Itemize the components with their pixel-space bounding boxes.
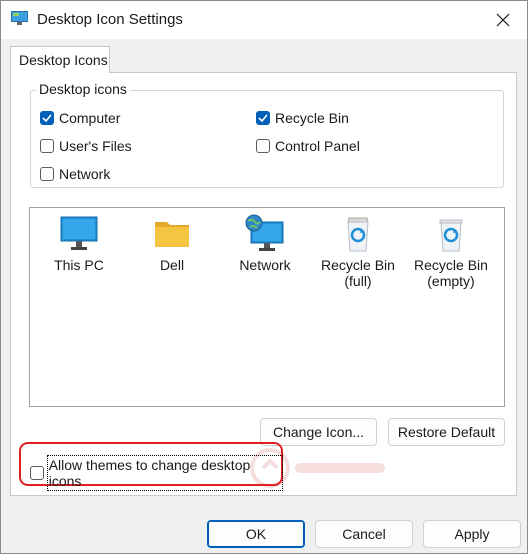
monitor-icon <box>60 216 98 250</box>
cancel-label: Cancel <box>342 526 386 542</box>
icon-label: Recycle Bin (empty) <box>414 257 488 289</box>
desktop-icon-list[interactable]: This PC Dell Network Recycle Bin (full) … <box>29 207 505 488</box>
recycle-bin-checkbox[interactable]: Recycle Bin <box>256 110 349 126</box>
checkbox-label: Computer <box>59 110 121 126</box>
ok-button[interactable]: OK <box>207 520 305 548</box>
tab-desktop-icons[interactable]: Desktop Icons <box>10 46 110 73</box>
allow-themes-highlight: Allow themes to change desktop icons <box>19 442 284 491</box>
network-checkbox[interactable]: Network <box>40 166 110 182</box>
dialog-window: Desktop Icon Settings Desktop Icons Desk… <box>0 0 528 554</box>
close-button[interactable] <box>483 3 523 37</box>
icon-item-recycle-bin-empty[interactable]: Recycle Bin (empty) <box>411 214 491 289</box>
window-title: Desktop Icon Settings <box>37 11 183 28</box>
title-bar[interactable]: Desktop Icon Settings <box>1 1 527 39</box>
checkbox-label: User's Files <box>59 138 132 154</box>
computer-checkbox[interactable]: Computer <box>40 110 120 126</box>
icon-label: Recycle Bin (full) <box>321 257 395 289</box>
restore-default-label: Restore Default <box>397 424 496 440</box>
recycle-bin-full-icon <box>347 217 369 252</box>
checkbox-label: Allow themes to change desktop icons <box>46 455 284 491</box>
checkbox-box[interactable] <box>30 466 44 480</box>
icon-item-this-pc[interactable]: This PC <box>39 214 119 273</box>
desktop-icons-group: Desktop icons Computer Recycle Bin User'… <box>30 81 504 188</box>
checkbox-box[interactable] <box>40 139 54 153</box>
restore-default-button[interactable]: Restore Default <box>388 418 505 446</box>
desktop-icons-panel: Desktop icons Computer Recycle Bin User'… <box>10 72 517 496</box>
ok-label: OK <box>245 526 267 542</box>
folder-icon <box>155 222 189 247</box>
group-legend: Desktop icons <box>36 81 130 97</box>
recycle-bin-empty-icon <box>439 219 463 252</box>
checkbox-label: Network <box>59 166 111 182</box>
icon-item-dell[interactable]: Dell <box>132 214 212 273</box>
icon-label: Network <box>239 257 291 273</box>
checkbox-label: Control Panel <box>275 138 360 154</box>
users-files-checkbox[interactable]: User's Files <box>40 138 132 154</box>
checkbox-box[interactable] <box>40 167 54 181</box>
network-icon <box>245 214 284 251</box>
checkmark-icon <box>42 114 52 122</box>
checkbox-box[interactable] <box>256 139 270 153</box>
icon-item-recycle-bin-full[interactable]: Recycle Bin (full) <box>318 214 398 289</box>
change-icon-label: Change Icon... <box>272 424 365 440</box>
checkbox-label: Recycle Bin <box>275 110 349 126</box>
tab-label: Desktop Icons <box>19 52 108 68</box>
checkmark-icon <box>258 114 268 122</box>
apply-label: Apply <box>454 526 490 542</box>
display-settings-icon <box>11 11 28 25</box>
icon-item-network[interactable]: Network <box>225 214 305 273</box>
allow-themes-checkbox[interactable]: Allow themes to change desktop icons <box>30 455 284 491</box>
icon-label: Dell <box>159 257 185 273</box>
icon-label: This PC <box>54 257 104 273</box>
checkbox-box[interactable] <box>256 111 270 125</box>
apply-button[interactable]: Apply <box>423 520 521 548</box>
control-panel-checkbox[interactable]: Control Panel <box>256 138 360 154</box>
close-icon <box>496 13 510 27</box>
checkbox-box[interactable] <box>40 111 54 125</box>
cancel-button[interactable]: Cancel <box>315 520 413 548</box>
